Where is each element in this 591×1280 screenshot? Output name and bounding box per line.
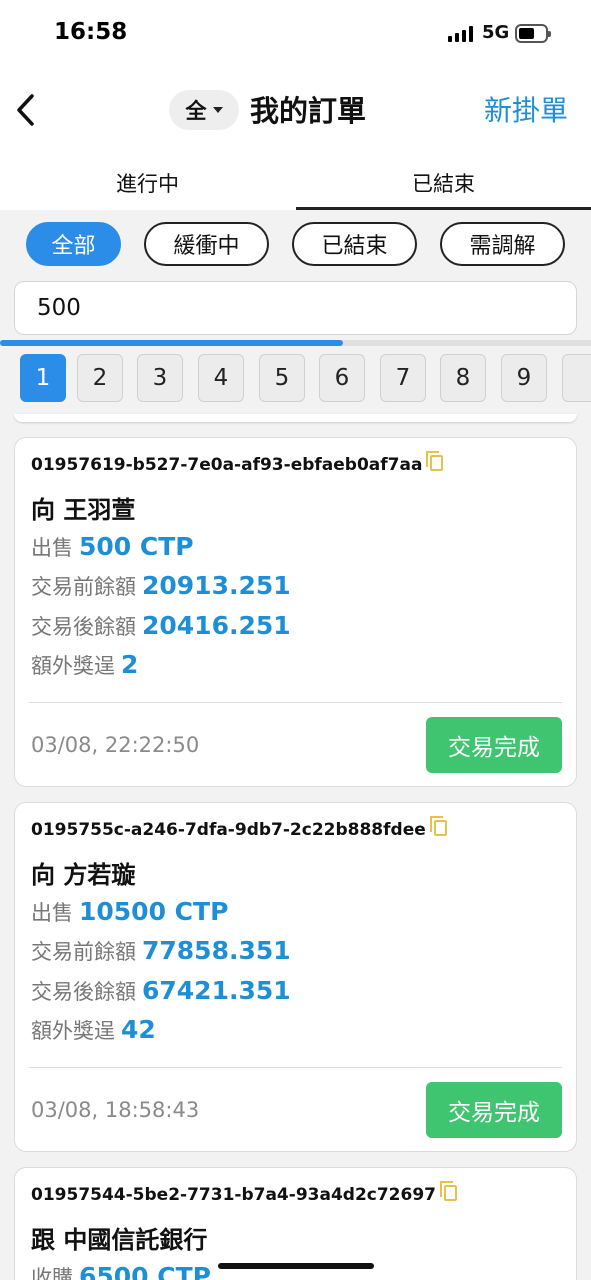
page-7[interactable]: 7 (380, 354, 426, 402)
status-bar: 16:58 5G (0, 0, 591, 68)
scope-label: 全 (185, 99, 207, 123)
bonus-row: 額外獎逞 42 (31, 1015, 156, 1045)
order-id: 0195755c-a246-7dfa-9db7-2c22b888fdee (31, 816, 447, 840)
balance-after-value: 20416.251 (142, 611, 291, 640)
amount-value: 6500 CTP (79, 1262, 212, 1280)
signal-icon (448, 26, 473, 42)
bonus-row: 額外獎逞 2 (31, 650, 138, 680)
order-timestamp: 03/08, 18:58:43 (31, 1098, 200, 1122)
amount-row: 出售 500 CTP (31, 532, 194, 562)
balance-after-label: 交易後餘額 (31, 980, 136, 1004)
balance-before-label: 交易前餘額 (31, 940, 136, 964)
order-id: 01957619-b527-7e0a-af93-ebfaeb0af7aa (31, 451, 444, 475)
copy-icon[interactable] (426, 451, 444, 471)
order-id-text: 01957619-b527-7e0a-af93-ebfaeb0af7aa (31, 455, 423, 475)
balance-before-label: 交易前餘額 (31, 575, 136, 599)
divider (29, 702, 562, 703)
status-badge[interactable]: 交易完成 (426, 717, 562, 773)
order-timestamp: 03/08, 22:22:50 (31, 733, 200, 757)
caret-down-icon (212, 107, 223, 113)
page-2[interactable]: 2 (77, 354, 123, 402)
order-id-text: 01957544-5be2-7731-b7a4-93a4d2c72697 (31, 1185, 436, 1205)
action-label: 收購 (31, 1266, 73, 1280)
balance-before-value: 77858.351 (142, 936, 291, 965)
balance-after-label: 交易後餘額 (31, 615, 136, 639)
action-label: 出售 (31, 536, 73, 560)
balance-after-value: 67421.351 (142, 976, 291, 1005)
order-id: 01957544-5be2-7731-b7a4-93a4d2c72697 (31, 1181, 457, 1205)
bonus-value: 2 (121, 650, 139, 679)
home-indicator[interactable] (218, 1263, 374, 1269)
balance-before-value: 20913.251 (142, 571, 291, 600)
chip-finished[interactable]: 已結束 (292, 222, 417, 266)
balance-after-row: 交易後餘額 20416.251 (31, 611, 291, 641)
chip-all[interactable]: 全部 (26, 222, 121, 266)
counterparty: 向 方若璇 (31, 861, 136, 889)
card-edge (14, 414, 577, 422)
new-order-link[interactable]: 新掛單 (484, 89, 568, 129)
copy-icon[interactable] (429, 816, 447, 836)
counterparty: 向 王羽萱 (31, 496, 136, 524)
page-1[interactable]: 1 (20, 354, 66, 402)
balance-after-row: 交易後餘額 67421.351 (31, 976, 291, 1006)
divider (29, 1067, 562, 1068)
bonus-value: 42 (121, 1015, 156, 1044)
chip-buffering[interactable]: 緩衝中 (144, 222, 269, 266)
chip-needs-mediation[interactable]: 需調解 (440, 222, 565, 266)
network-label: 5G (482, 22, 510, 43)
amount-value: 500 CTP (79, 532, 194, 561)
order-id-text: 0195755c-a246-7dfa-9db7-2c22b888fdee (31, 820, 426, 840)
bonus-label: 額外獎逞 (31, 1019, 115, 1043)
back-button[interactable] (12, 92, 42, 128)
header-area: 16:58 5G 全 我的訂單 新掛單 進行中 已結束 (0, 0, 591, 210)
chevron-left-icon (17, 94, 34, 126)
page-4[interactable]: 4 (198, 354, 244, 402)
scope-dropdown[interactable]: 全 (169, 90, 239, 130)
battery-icon (515, 24, 551, 43)
amount-value: 10500 CTP (79, 897, 229, 926)
filter-chips: 全部 緩衝中 已結束 需調解 (0, 222, 591, 268)
scroll-progress-fill (0, 340, 343, 346)
order-tabs: 進行中 已結束 (0, 160, 591, 210)
page-3[interactable]: 3 (137, 354, 183, 402)
status-time: 16:58 (54, 19, 128, 45)
tab-finished[interactable]: 已結束 (296, 160, 591, 210)
status-badge[interactable]: 交易完成 (426, 1082, 562, 1138)
page-title: 我的訂單 (250, 94, 367, 128)
bonus-label: 額外獎逞 (31, 654, 115, 678)
counterparty: 跟 中國信託銀行 (31, 1226, 208, 1254)
action-label: 出售 (31, 901, 73, 925)
balance-before-row: 交易前餘額 20913.251 (31, 571, 291, 601)
page-5[interactable]: 5 (259, 354, 305, 402)
amount-row: 收購 6500 CTP (31, 1262, 211, 1280)
search-input[interactable]: 500 (14, 281, 577, 335)
copy-icon[interactable] (440, 1181, 457, 1201)
page-9[interactable]: 9 (501, 354, 547, 402)
scroll-progress (0, 340, 591, 346)
page-next-partial[interactable] (562, 354, 591, 402)
page-8[interactable]: 8 (440, 354, 486, 402)
nav-bar: 全 我的訂單 新掛單 (0, 80, 591, 140)
order-card[interactable]: 0195755c-a246-7dfa-9db7-2c22b888fdee 向 方… (14, 802, 577, 1152)
balance-before-row: 交易前餘額 77858.351 (31, 936, 291, 966)
order-card[interactable]: 01957619-b527-7e0a-af93-ebfaeb0af7aa 向 王… (14, 437, 577, 787)
page-6[interactable]: 6 (319, 354, 365, 402)
amount-row: 出售 10500 CTP (31, 897, 228, 927)
tab-in-progress[interactable]: 進行中 (0, 160, 295, 210)
